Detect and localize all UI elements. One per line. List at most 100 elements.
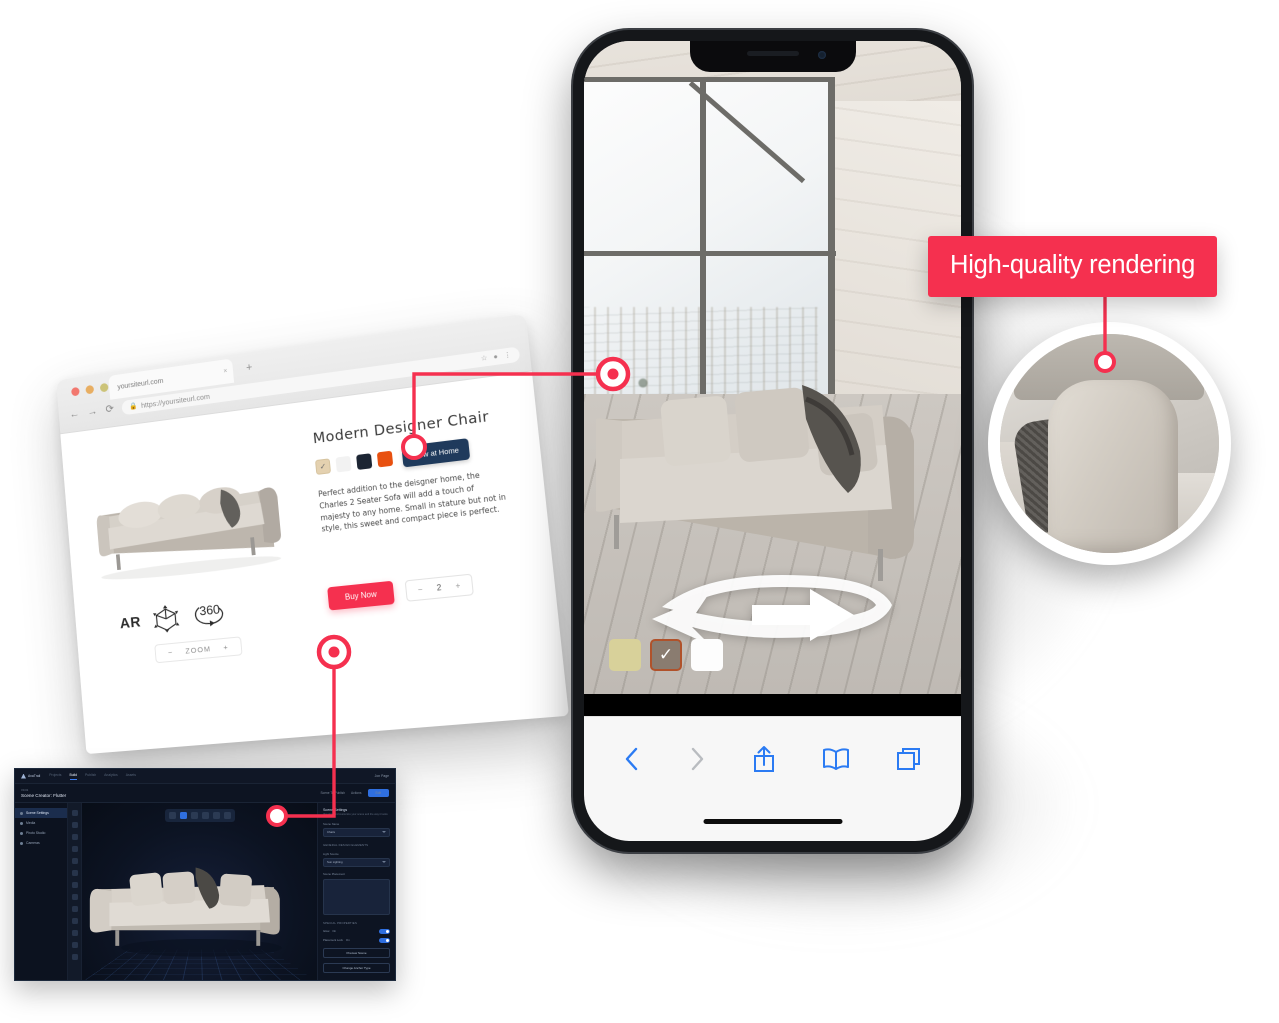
- plus-icon[interactable]: +: [246, 362, 253, 374]
- view-at-home-button[interactable]: View at Home: [401, 438, 471, 468]
- maximize-window-dot[interactable]: [99, 382, 109, 393]
- reload-icon[interactable]: ⟳: [105, 403, 114, 416]
- zoom-in-button[interactable]: +: [223, 643, 229, 652]
- quantity-decrement[interactable]: −: [417, 585, 423, 595]
- placement-lock-toggle-row: Placement Lock On: [323, 937, 390, 943]
- target-icon[interactable]: [71, 894, 78, 900]
- share-icon[interactable]: [751, 744, 777, 774]
- publish-status: Scene To Publish: [320, 791, 346, 795]
- book-icon[interactable]: [822, 745, 850, 773]
- phone-notch: [689, 41, 856, 72]
- scene-placement-label: Scene Placement: [323, 871, 345, 876]
- logo-mark-icon: [21, 773, 26, 779]
- account-menu[interactable]: Jon Page: [375, 774, 389, 778]
- quantity-increment[interactable]: +: [455, 581, 461, 591]
- product-description: Perfect addition to the deisgner home, t…: [317, 470, 507, 534]
- glow-toggle[interactable]: [379, 928, 390, 934]
- glow-value: On: [332, 929, 337, 934]
- sidebar-item-cameras[interactable]: Cameras: [15, 838, 67, 848]
- swatch-navy-black[interactable]: [356, 453, 373, 470]
- swatch-beige[interactable]: ✓: [315, 458, 332, 475]
- window-frame-top: [584, 77, 834, 82]
- lock-icon: 🔒: [129, 402, 138, 411]
- gear-icon: [20, 811, 23, 815]
- editor-tabs: Projects Build Publish Analytics Assets: [49, 773, 136, 780]
- rotate-360-icon[interactable]: 360: [190, 598, 229, 631]
- magnified-sofa-arm: [1048, 380, 1178, 553]
- swatch-orange[interactable]: [376, 450, 394, 468]
- speaker-grille: [746, 51, 799, 56]
- tab-build[interactable]: Build: [69, 773, 78, 780]
- placement-lock-label: Placement Lock: [323, 938, 343, 943]
- gear-icon[interactable]: [71, 822, 78, 828]
- scene-name-select[interactable]: Chairs: [323, 827, 390, 837]
- editor-sofa-model[interactable]: [82, 803, 317, 981]
- globe-icon[interactable]: [71, 930, 78, 936]
- phone-swatch-white[interactable]: [691, 639, 723, 671]
- sidebar-item-label: Scene Settings: [26, 811, 49, 815]
- light-source-value: Sun Lighting: [327, 860, 343, 865]
- arrow-left-icon[interactable]: ←: [69, 407, 80, 420]
- url-text: https://yoursiteurl.com: [140, 391, 211, 410]
- paint-icon[interactable]: [71, 918, 78, 924]
- chevron-right-icon[interactable]: [687, 745, 707, 773]
- editor-main: Scene Settings Media Photo Studio Camera…: [15, 803, 395, 981]
- zoom-detail-circle: [988, 322, 1231, 565]
- sidebar-item-label: Photo Studio: [26, 831, 46, 835]
- tab-assets[interactable]: Assets: [126, 773, 136, 780]
- ar-cube-icon[interactable]: [149, 601, 184, 637]
- panel-heading: Scene Settings: [323, 808, 348, 812]
- zoom-control[interactable]: − ZOOM +: [154, 636, 243, 664]
- editor-logo: AvaTrail: [21, 773, 40, 779]
- lamp-icon[interactable]: [71, 858, 78, 864]
- editor-tool-rail: [68, 803, 82, 980]
- phone-swatch-taupe[interactable]: ✓: [650, 639, 682, 671]
- window-controls[interactable]: [71, 382, 109, 397]
- minimize-window-dot[interactable]: [85, 384, 95, 395]
- shapes-icon[interactable]: [71, 846, 78, 852]
- tab-analytics[interactable]: Analytics: [104, 773, 118, 780]
- scene-placement-preview[interactable]: [323, 878, 390, 915]
- tabs-icon[interactable]: [895, 745, 923, 773]
- project-title: Scene Creator: Flutter: [21, 793, 67, 798]
- change-anchor-type-button[interactable]: Change Anchor Type: [323, 962, 390, 973]
- star-icon[interactable]: ☆: [480, 354, 488, 363]
- chevron-left-icon[interactable]: [622, 745, 642, 773]
- profile-icon[interactable]: ●: [493, 353, 498, 361]
- frame-icon[interactable]: [71, 882, 78, 888]
- browser-mockup: yoursiteurl.com × + ← → ⟳ 🔒 https://your…: [55, 313, 569, 755]
- product-image: [96, 483, 282, 584]
- editor-viewport[interactable]: [82, 803, 317, 981]
- layers-icon[interactable]: [71, 834, 78, 840]
- swatch-white[interactable]: [335, 455, 352, 473]
- cursor-icon[interactable]: [71, 810, 78, 816]
- sidebar-item-photo-studio[interactable]: Photo Studio: [15, 828, 67, 838]
- ar-camera-scene: ✓ View at Home Buy Now: [584, 41, 961, 694]
- front-camera-icon: [817, 51, 826, 59]
- preview-scene-button[interactable]: Preview Scene: [323, 947, 390, 958]
- kebab-menu-icon[interactable]: ⋮: [504, 351, 512, 360]
- export-icon[interactable]: [71, 954, 78, 960]
- edit-button[interactable]: Edit: [367, 789, 389, 797]
- card-icon[interactable]: [71, 942, 78, 948]
- buy-now-button[interactable]: Buy Now: [327, 580, 395, 611]
- tab-publish[interactable]: Publish: [85, 773, 96, 780]
- purchase-row: Buy Now − 2 +: [327, 573, 474, 611]
- grid-icon[interactable]: [71, 870, 78, 876]
- link-icon[interactable]: [71, 906, 78, 912]
- viewer-controls: AR 360: [119, 596, 229, 640]
- sidebar-item-scene-settings[interactable]: Scene Settings: [15, 808, 67, 818]
- close-icon[interactable]: ×: [223, 368, 227, 375]
- phone-color-swatches: ✓: [609, 639, 723, 671]
- phone-swatch-khaki[interactable]: [609, 639, 641, 671]
- sidebar-item-label: Media: [26, 821, 36, 825]
- close-window-dot[interactable]: [71, 386, 80, 397]
- sidebar-item-media[interactable]: Media: [15, 818, 67, 828]
- tab-projects[interactable]: Projects: [49, 773, 61, 780]
- light-source-select[interactable]: Sun Lighting: [323, 857, 390, 867]
- arrow-right-icon[interactable]: →: [87, 405, 98, 418]
- zoom-out-button[interactable]: −: [168, 648, 174, 657]
- actions-menu[interactable]: Actions: [351, 791, 361, 795]
- placement-lock-toggle[interactable]: [379, 937, 390, 943]
- quantity-stepper[interactable]: − 2 +: [404, 573, 474, 602]
